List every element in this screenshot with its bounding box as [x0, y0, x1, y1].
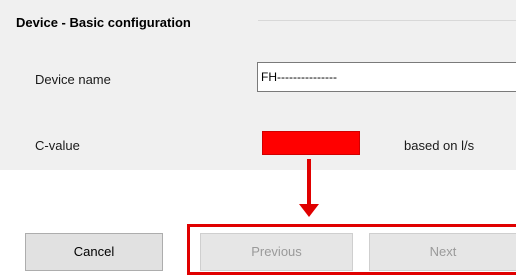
c-value-unit-label: based on l/s	[404, 138, 475, 153]
device-basic-configuration-group: Device - Basic configuration Device name…	[0, 0, 516, 170]
annotation-arrow-shaft	[307, 159, 311, 206]
group-box-border	[258, 20, 516, 21]
device-name-label: Device name	[35, 72, 111, 87]
previous-button[interactable]: Previous	[200, 233, 353, 271]
device-name-input[interactable]	[257, 62, 516, 92]
cancel-button[interactable]: Cancel	[25, 233, 163, 271]
c-value-label: C-value	[35, 138, 80, 153]
group-title: Device - Basic configuration	[16, 15, 191, 30]
annotation-arrow-head-icon	[299, 204, 319, 217]
next-button[interactable]: Next	[369, 233, 516, 271]
c-value-redacted-field[interactable]	[262, 131, 360, 155]
